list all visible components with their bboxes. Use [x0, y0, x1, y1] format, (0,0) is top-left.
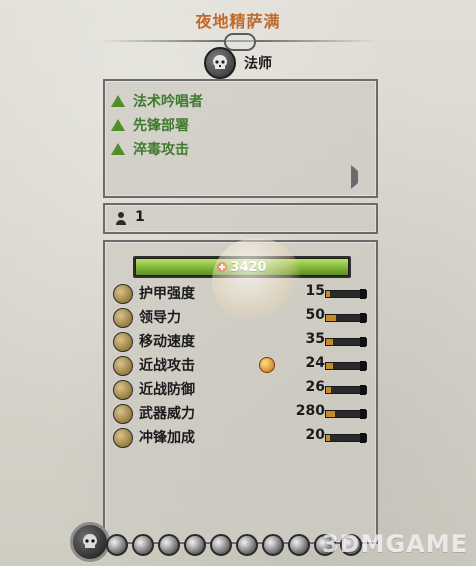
stat-bar-fill [326, 387, 331, 393]
stat-bar-fill [326, 339, 334, 345]
stat-bar [325, 385, 367, 395]
speed-icon [113, 332, 133, 352]
gold-icon[interactable] [288, 534, 310, 556]
stat-row-melee-defense: 近战防御 26 [113, 378, 371, 400]
red-faction-icon[interactable] [106, 534, 128, 556]
stat-name: 护甲强度 [139, 286, 195, 302]
stat-bar-cap [360, 385, 366, 395]
weapon-strength-icon [113, 404, 133, 424]
ability-item[interactable]: 法术吟唱者 [111, 91, 203, 111]
stat-bar-cap [360, 433, 366, 443]
triangle-right-icon[interactable] [351, 165, 370, 189]
stat-name: 移动速度 [139, 334, 195, 350]
stat-bar-fill [326, 315, 336, 321]
entity-count: 1 [135, 209, 145, 225]
stat-value: 280 [295, 403, 325, 419]
stat-bar [325, 433, 367, 443]
up-triangle-icon [111, 119, 125, 131]
poison-icon[interactable] [210, 534, 232, 556]
stat-name: 近战攻击 [139, 358, 195, 374]
bottom-icon-bar: 3DMGAME [64, 522, 476, 566]
mascot-overlay [212, 238, 302, 324]
stat-value: 24 [305, 355, 325, 371]
stat-bar-cap [360, 337, 366, 347]
spell-icon[interactable] [184, 534, 206, 556]
stat-bar [325, 289, 367, 299]
skull-badge-icon[interactable] [70, 522, 110, 562]
stat-bar-cap [360, 409, 366, 419]
stat-bar [325, 337, 367, 347]
unit-class-row: 法师 [204, 47, 272, 79]
melee-bonus-icon [259, 357, 275, 373]
person-icon [116, 212, 126, 225]
melee-defense-icon [113, 380, 133, 400]
stat-bar [325, 409, 367, 419]
watermark: 3DMGAME [321, 530, 468, 558]
up-triangle-icon [111, 143, 125, 155]
stat-bar-fill [326, 291, 330, 297]
eye-icon[interactable] [158, 534, 180, 556]
skull-icon [204, 47, 236, 79]
abilities-panel: 法术吟唱者 先锋部署 淬毒攻击 [103, 79, 378, 198]
unit-class: 法师 [244, 56, 272, 72]
stat-bar-cap [360, 313, 366, 323]
ability-label: 淬毒攻击 [133, 142, 189, 158]
stat-bar [325, 361, 367, 371]
stat-value: 20 [305, 427, 325, 443]
blade-icon[interactable] [236, 534, 258, 556]
stat-value: 35 [305, 331, 325, 347]
ability-label: 法术吟唱者 [133, 94, 203, 110]
melee-attack-icon [113, 356, 133, 376]
ability-label: 先锋部署 [133, 118, 189, 134]
flag-icon[interactable] [132, 534, 154, 556]
stat-bar-fill [326, 411, 335, 417]
stat-row-charge-bonus: 冲锋加成 20 [113, 426, 371, 448]
unit-title: 夜地精萨满 [195, 12, 281, 31]
rune-icon[interactable] [262, 534, 284, 556]
stat-bar-cap [360, 289, 366, 299]
stat-bar-fill [326, 363, 334, 369]
charge-bonus-icon [113, 428, 133, 448]
armor-icon [113, 284, 133, 304]
stat-bar-fill [326, 435, 330, 441]
up-triangle-icon [111, 95, 125, 107]
stat-name: 近战防御 [139, 382, 195, 398]
ability-item[interactable]: 先锋部署 [111, 115, 189, 135]
stat-name: 领导力 [139, 310, 181, 326]
leadership-icon [113, 308, 133, 328]
stat-row-weapon-strength: 武器威力 280 [113, 402, 371, 424]
stat-bar [325, 313, 367, 323]
ability-item[interactable]: 淬毒攻击 [111, 139, 189, 159]
entity-count-panel: 1 [103, 203, 378, 234]
stat-value: 26 [305, 379, 325, 395]
stat-name: 武器威力 [139, 406, 195, 422]
stat-name: 冲锋加成 [139, 430, 195, 446]
stat-row-speed: 移动速度 35 [113, 330, 371, 352]
stat-row-melee-attack: 近战攻击 24 [113, 354, 371, 376]
stat-bar-cap [360, 361, 366, 371]
